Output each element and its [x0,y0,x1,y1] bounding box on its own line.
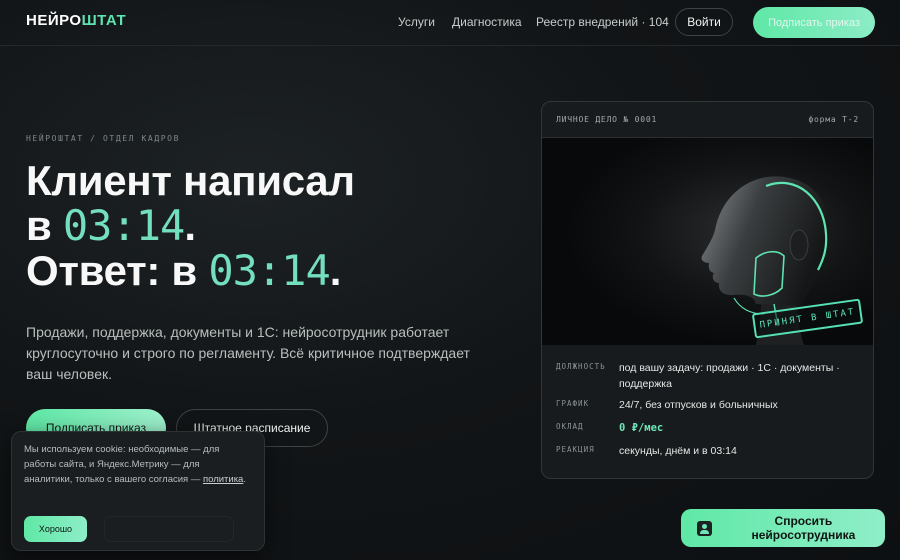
logo-text: НЕЙРО [26,12,82,29]
sign-order-header-button[interactable]: Подписать приказ [753,7,875,38]
logo[interactable]: НЕЙРОШТАТ [26,12,126,29]
card-details: ДОЛЖНОСТЬ под вашу задачу: продажи · 1С … [542,345,873,457]
nav-diagnostics[interactable]: Диагностика [452,15,522,29]
row-schedule: ГРАФИК 24/7, без отпусков и больничных [556,397,859,411]
ask-bot-button[interactable]: Спросить нейросотрудника [681,509,885,547]
page-title: Клиент написал в 03:14. Ответ: в 03:14. [26,158,355,293]
headline-time-2: 03:14 [208,246,330,295]
hero-lead: Продажи, поддержка, документы и 1С: нейр… [26,324,470,382]
login-button[interactable]: Войти [675,8,733,36]
cookie-message: Мы используем cookie: необходимые — для … [24,444,220,485]
logo-accent-text: ШТАТ [81,12,127,29]
row-reaction: РЕАКЦИЯ секунды, днём и в 03:14 [556,443,859,457]
ask-bot-label: Спросить нейросотрудника [751,514,856,542]
site-header: НЕЙРОШТАТ Услуги Диагностика Реестр внед… [0,0,900,46]
robot-head-image: ПРИНЯТ В ШТАТ [542,138,873,345]
cookie-secondary-button[interactable] [104,516,234,542]
row-label: ДОЛЖНОСТЬ [556,362,606,371]
file-number: ЛИЧНОЕ ДЕЛО № 0001 [556,115,658,124]
row-label: РЕАКЦИЯ [556,445,595,454]
row-value: 0 ₽/мес [619,422,664,434]
row-salary: ОКЛАД 0 ₽/мес [556,420,859,434]
user-icon [697,520,712,536]
headline-line-1: Клиент написал [26,157,355,204]
headline-line-3-prefix: Ответ: в [26,247,209,294]
nav-registry[interactable]: Реестр внедрений · 104 [536,15,669,29]
breadcrumb: НЕЙРОШТАТ / ОТДЕЛ КАДРОВ [26,134,180,143]
cookie-text: Мы используем cookie: необходимые — для … [24,442,250,487]
headline-line-2-suffix: . [184,202,196,249]
policy-link[interactable]: политика [203,474,243,485]
cookie-period: . [243,474,246,485]
row-label: ОКЛАД [556,422,584,431]
cookie-accept-button[interactable]: Хорошо [24,516,87,542]
headline-time-1: 03:14 [62,201,185,250]
nav-services[interactable]: Услуги [398,15,435,29]
cookie-banner: Мы используем cookie: необходимые — для … [11,431,265,551]
row-label: ГРАФИК [556,399,590,408]
personnel-file-card: ЛИЧНОЕ ДЕЛО № 0001 форма Т-2 ПРИНЯТ В ШТ… [541,101,874,479]
card-header: ЛИЧНОЕ ДЕЛО № 0001 форма Т-2 [542,102,873,138]
form-label: форма Т-2 [808,115,859,124]
headline-line-3-suffix: . [329,247,342,294]
headline-line-2-prefix: в [26,202,63,249]
row-value: секунды, днём и в 03:14 [619,445,737,457]
row-value: 24/7, без отпусков и больничных [619,399,778,411]
row-value: под вашу задачу: продажи · 1С · документ… [619,362,840,390]
row-position: ДОЛЖНОСТЬ под вашу задачу: продажи · 1С … [556,360,859,391]
